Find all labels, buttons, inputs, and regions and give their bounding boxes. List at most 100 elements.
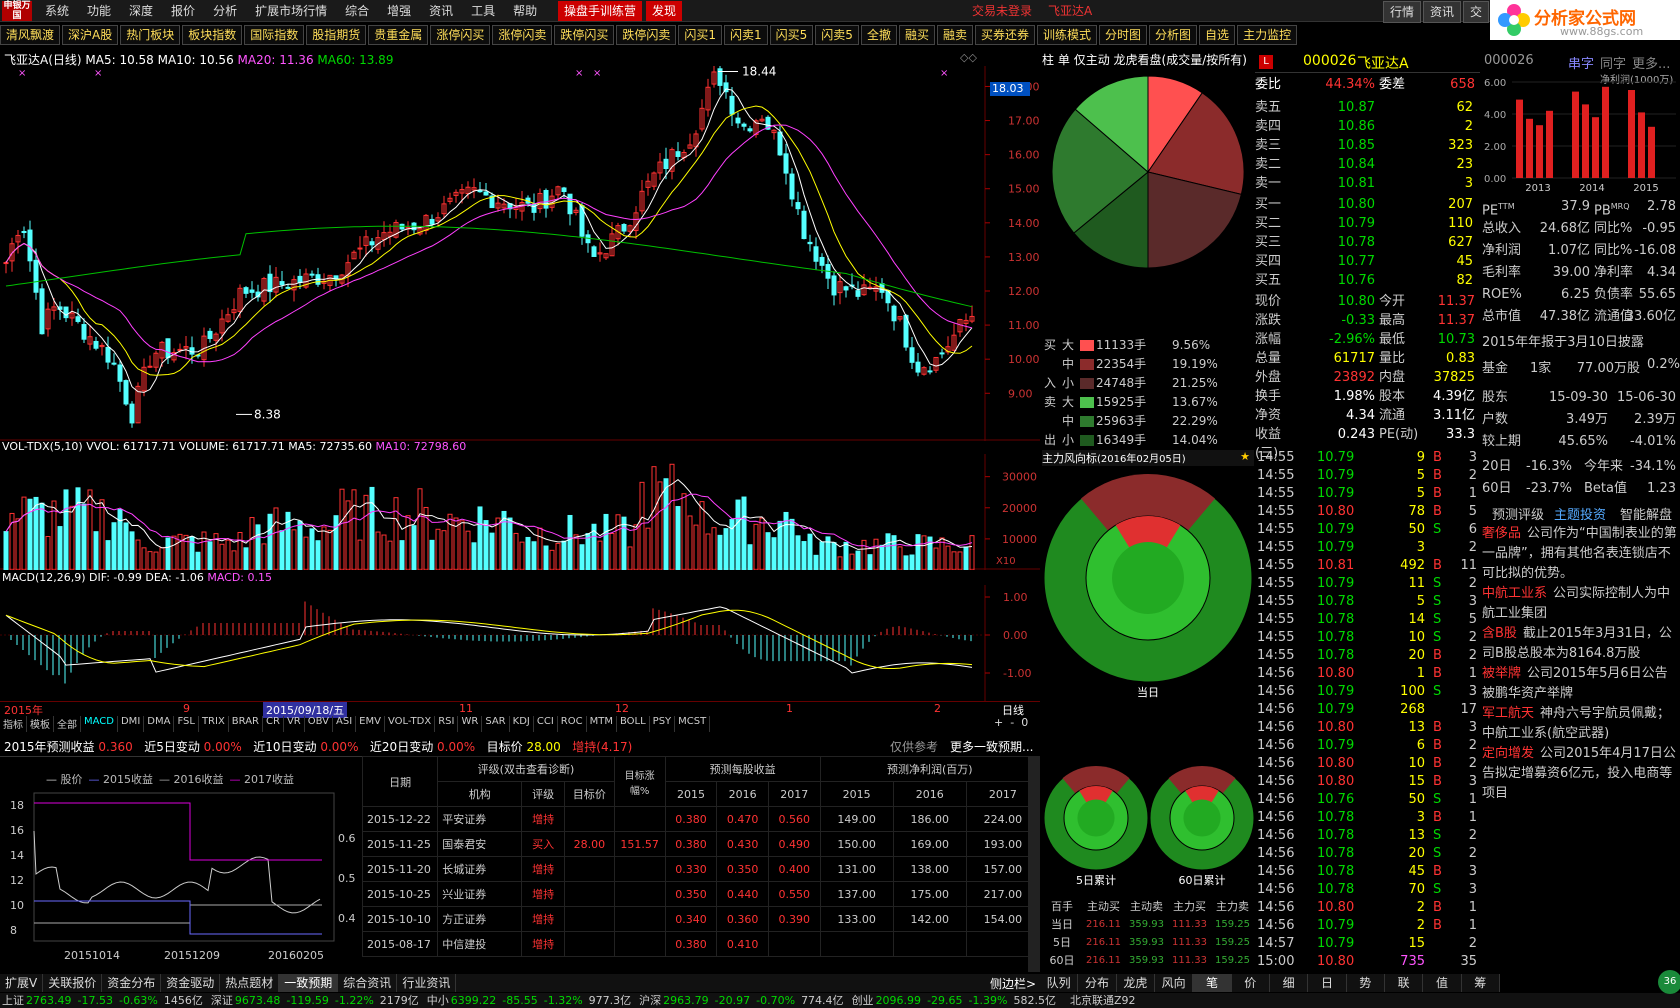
tick-row[interactable]: 14:56 10.78 13 S 2 [1255, 827, 1480, 845]
toolbar-button[interactable]: 融卖 [936, 25, 973, 45]
right-panel-tab[interactable]: 日 [1308, 974, 1347, 992]
zoom-controls[interactable]: + - 0 [994, 716, 1028, 729]
login-status[interactable]: 交易未登录 [972, 0, 1032, 22]
toolbar-button[interactable]: 跌停闪卖 [616, 25, 677, 45]
toolbar-button[interactable]: 深沪A股 [62, 25, 119, 45]
right-panel-tab[interactable]: 势 [1347, 974, 1385, 992]
tick-row[interactable]: 14:55 10.78 10 S 2 [1255, 629, 1480, 647]
event-marker-icon[interactable]: × [94, 68, 102, 79]
bottom-tab[interactable]: 热点题材 [220, 974, 280, 992]
tick-row[interactable]: 14:56 10.79 100 S 3 [1255, 683, 1480, 701]
toolbar-button[interactable]: 涨停闪买 [430, 25, 491, 45]
discover-button[interactable]: 发现 [646, 1, 683, 21]
indicator-tab[interactable]: 模板 [27, 716, 54, 732]
toolbar-button[interactable]: 跌停闪买 [554, 25, 615, 45]
theme-keyword[interactable]: 被举牌 [1482, 666, 1521, 681]
bottom-tab[interactable]: 关联报价 [43, 974, 103, 992]
indicator-tab[interactable]: PSY [650, 716, 676, 732]
indicator-tab[interactable]: DMA [144, 716, 175, 732]
table-header[interactable]: 评级(双击查看诊断) [437, 756, 615, 782]
indicator-tab[interactable]: TRIX [199, 716, 229, 732]
notification-badge[interactable]: 36 [1658, 970, 1680, 994]
tick-row[interactable]: 14:55 10.79 5 B 2 [1255, 467, 1480, 485]
forecast-row[interactable]: 2015-10-10 方正证券 增持 0.340 0.360 0.390 133.00 142… [361, 906, 1041, 932]
right-panel-tab[interactable]: 价 [1232, 974, 1270, 992]
indicator-tab[interactable]: 指标 [0, 716, 27, 732]
indicator-tab[interactable]: RSI [435, 716, 459, 732]
tick-row[interactable]: 14:55 10.78 14 S 5 [1255, 611, 1480, 629]
order-level[interactable]: 买五 10.76 82 [1255, 271, 1480, 290]
tab-column[interactable]: 柱 [1042, 53, 1054, 67]
indicator-tab[interactable]: WR [458, 716, 483, 732]
tick-row[interactable]: 14:57 10.79 15 2 [1255, 935, 1480, 953]
wind-vane-charts[interactable]: 当日 5日累计 60日累计 [1042, 468, 1254, 896]
tick-row[interactable]: 14:56 10.79 268 17 [1255, 701, 1480, 719]
toolbar-button[interactable]: 主力监控 [1237, 25, 1298, 45]
toolbar-button[interactable]: 清风飘渡 [0, 25, 61, 45]
table-header[interactable]: 2015 [664, 781, 718, 807]
index-name[interactable]: 创业 [852, 994, 874, 1007]
more-forecast-link[interactable]: 更多一致预期... [950, 738, 1033, 755]
forecast-row[interactable]: 2015-12-22 平安证券 增持 0.380 0.470 0.560 149.00 186… [361, 806, 1041, 832]
indicator-tab[interactable]: 全部 [54, 716, 81, 732]
tick-row[interactable]: 14:56 10.78 20 S 2 [1255, 845, 1480, 863]
order-level[interactable]: 卖三 10.85 323 [1255, 136, 1480, 155]
theme-link[interactable]: 主题投资 [1554, 504, 1606, 523]
event-marker-icon[interactable]: × [593, 68, 601, 79]
macd-chart[interactable]: 1.00 0.00 -1.00 [0, 585, 1040, 701]
bottom-tab[interactable]: 综合资讯 [338, 974, 398, 992]
table-header[interactable]: 评级 [521, 781, 566, 807]
event-marker-icon[interactable]: × [940, 68, 948, 79]
indicator-tab[interactable]: SAR [482, 716, 510, 732]
toolbar-button[interactable]: 分时图 [1099, 25, 1148, 45]
indicator-tab[interactable]: ROC [558, 716, 587, 732]
tick-row[interactable]: 14:55 10.78 20 B 2 [1255, 647, 1480, 665]
forecast-scrollbar[interactable] [1028, 757, 1040, 972]
tick-row[interactable]: 15:00 10.80 735 35 [1255, 953, 1480, 971]
zoom-reset-button[interactable]: 0 [1021, 716, 1028, 729]
toolbar-button[interactable]: 自选 [1199, 25, 1236, 45]
toolbar-button[interactable]: 闪买5 [769, 25, 814, 45]
theme-keyword[interactable]: 奢侈品 [1482, 526, 1521, 541]
menu-item[interactable]: 分析 [204, 0, 246, 22]
toolbar-button[interactable]: 板块指数 [182, 25, 243, 45]
training-button[interactable]: 操盘手训练营 [558, 1, 643, 21]
indicator-tab[interactable]: MCST [675, 716, 711, 732]
menu-item[interactable]: 扩展市场行情 [246, 0, 336, 22]
order-level[interactable]: 买一 10.80 207 [1255, 195, 1480, 214]
right-panel-tab[interactable]: 筹 [1462, 974, 1500, 992]
toolbar-button[interactable]: 训练模式 [1037, 25, 1098, 45]
table-header[interactable]: 2015 [819, 781, 894, 807]
order-level[interactable]: 卖二 10.84 23 [1255, 155, 1480, 174]
chart-resize-icons[interactable]: ◇◇ [960, 51, 977, 64]
index-name[interactable]: 上证 [2, 994, 24, 1007]
indicator-tab[interactable]: FSL [174, 716, 199, 732]
order-level[interactable]: 卖五 10.87 62 [1255, 98, 1480, 117]
right-panel-tab[interactable]: 值 [1423, 974, 1462, 992]
f10-more[interactable]: 更多... [1632, 53, 1670, 72]
bottom-tab[interactable]: 资金驱动 [161, 974, 221, 992]
tick-row[interactable]: 14:55 10.78 5 S 3 [1255, 593, 1480, 611]
table-header[interactable]: 日期 [361, 756, 439, 807]
theme-keyword[interactable]: 军工航天 [1482, 706, 1534, 721]
favorite-star-icon[interactable]: ★ [1240, 450, 1250, 463]
index-name[interactable]: 中小 [427, 994, 449, 1007]
table-header[interactable]: 机构 [437, 781, 523, 807]
tab-single[interactable]: 单 [1058, 53, 1070, 67]
indicator-tab[interactable]: CCI [534, 716, 558, 732]
toolbar-button[interactable]: 分析图 [1149, 25, 1198, 45]
bottom-tab[interactable]: 行业资讯 [397, 974, 457, 992]
f10-tab[interactable]: 同字 [1600, 53, 1626, 72]
tick-row[interactable]: 14:56 10.80 2 B 1 [1255, 899, 1480, 917]
toolbar-button[interactable]: 国际指数 [244, 25, 305, 45]
event-marker-icon[interactable]: × [575, 68, 583, 79]
tick-row[interactable]: 14:56 10.78 3 B 1 [1255, 809, 1480, 827]
tick-row[interactable]: 14:55 10.79 50 S 6 [1255, 521, 1480, 539]
order-level[interactable]: 买二 10.79 110 [1255, 214, 1480, 233]
tick-row[interactable]: 14:55 10.80 78 B 5 [1255, 503, 1480, 521]
menu-item[interactable]: 系统 [36, 0, 78, 22]
indicator-tab[interactable]: VR [284, 716, 305, 732]
bottom-tab[interactable]: 一致预期 [279, 974, 339, 992]
tick-row[interactable]: 14:55 10.79 3 2 [1255, 539, 1480, 557]
menu-item[interactable]: 工具 [462, 0, 504, 22]
